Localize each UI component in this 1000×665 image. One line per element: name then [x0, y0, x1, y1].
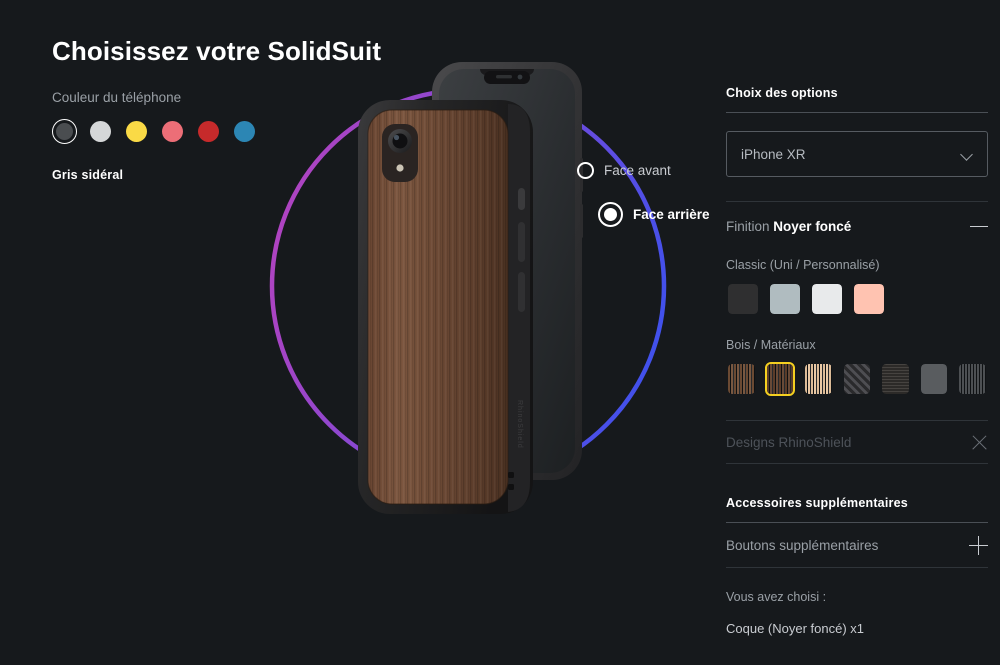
classic-swatch-rose-saumon[interactable]: [852, 282, 886, 316]
configurator-page: Choisissez votre SolidSuit Couleur du té…: [0, 0, 1000, 665]
model-select-value: iPhone XR: [741, 146, 806, 162]
phone-color-swatch-gris-sideral[interactable]: [52, 119, 77, 144]
face-option-back[interactable]: Face arrière: [598, 202, 710, 227]
color-dot-rouge: [198, 121, 219, 142]
radio-icon-back[interactable]: [598, 202, 623, 227]
materials-swatch-row: [726, 362, 988, 396]
classic-group-label: Classic (Uni / Personnalisé): [726, 258, 880, 272]
classic-swatch-row: [726, 282, 988, 316]
material-swatch-noyer-clair[interactable]: [726, 362, 757, 396]
phone-color-swatch-jaune[interactable]: [124, 119, 149, 144]
phone-color-swatch-rouge[interactable]: [196, 119, 221, 144]
material-swatch-cuir-graine[interactable]: [880, 362, 911, 396]
swatch-fill-carbone-diagonal: [843, 364, 871, 394]
plus-icon[interactable]: [969, 535, 988, 555]
color-dot-gris-sideral: [56, 123, 73, 140]
swatch-fill-blanc: [812, 284, 842, 314]
product-stage: RhinoShield Face avant Face arrière: [240, 50, 720, 520]
finition-value: Noyer foncé: [773, 219, 852, 234]
divider-below-accessory: [726, 567, 988, 568]
phone-color-swatch-blanc[interactable]: [88, 119, 113, 144]
material-swatch-gris-uni[interactable]: [919, 362, 950, 396]
radio-inner-dot: [604, 208, 617, 221]
finition-label: Finition Noyer foncé: [726, 219, 851, 234]
face-option-front-label: Face avant: [604, 163, 671, 178]
material-swatch-gris-fibre[interactable]: [957, 362, 988, 396]
designs-row[interactable]: Designs RhinoShield: [726, 421, 988, 463]
accessories-title: Accessoires supplémentaires: [726, 496, 908, 510]
swatch-fill-noir: [728, 284, 758, 314]
finition-row[interactable]: Finition Noyer foncé: [726, 219, 988, 234]
accessory-row-extra-buttons[interactable]: Boutons supplémentaires: [726, 523, 988, 567]
swatch-fill-cuir-graine: [882, 364, 909, 394]
color-dot-corail: [162, 121, 183, 142]
classic-swatch-blanc[interactable]: [810, 282, 844, 316]
face-option-back-label: Face arrière: [633, 207, 710, 222]
material-swatch-noyer-fonce[interactable]: [764, 362, 796, 396]
swatch-fill-gris-fibre: [959, 364, 987, 394]
finition-prefix: Finition: [726, 219, 770, 234]
swatch-fill-noyer-fonce: [766, 364, 794, 394]
summary-label: Vous avez choisi :: [726, 590, 827, 604]
model-select[interactable]: iPhone XR: [726, 131, 988, 177]
material-swatch-carbone-diagonal[interactable]: [842, 362, 873, 396]
classic-group: Classic (Uni / Personnalisé): [726, 258, 988, 316]
close-icon[interactable]: [971, 434, 988, 451]
swatch-fill-bois-clair: [805, 364, 832, 394]
swatch-fill-gris-uni: [920, 364, 948, 394]
options-panel-title: Choix des options: [726, 86, 838, 100]
classic-swatch-gris-bleu[interactable]: [768, 282, 802, 316]
swatch-fill-rose-saumon: [854, 284, 884, 314]
summary-item: Coque (Noyer foncé) x1: [726, 621, 865, 636]
divider-options-title: [726, 112, 988, 113]
phone-render: RhinoShield: [358, 62, 583, 514]
divider-above-finition: [726, 201, 988, 202]
options-panel: Choix des options iPhone XR Finition Noy…: [726, 86, 988, 636]
phone-preview: RhinoShield: [340, 58, 640, 518]
face-option-front[interactable]: Face avant: [577, 162, 671, 179]
minus-icon[interactable]: [970, 225, 988, 228]
phone-color-swatch-corail[interactable]: [160, 119, 185, 144]
accessory-label: Boutons supplémentaires: [726, 537, 879, 553]
designs-label: Designs RhinoShield: [726, 434, 852, 450]
svg-text:RhinoShield: RhinoShield: [516, 400, 523, 449]
radio-icon-front[interactable]: [577, 162, 594, 179]
divider-below-designs: [726, 463, 988, 464]
material-swatch-bois-clair[interactable]: [803, 362, 834, 396]
swatch-fill-gris-bleu: [770, 284, 800, 314]
swatch-fill-noyer-clair: [728, 364, 755, 394]
color-dot-jaune: [126, 121, 147, 142]
color-dot-blanc: [90, 121, 111, 142]
chevron-down-icon[interactable]: [962, 149, 973, 160]
materials-group: Bois / Matériaux: [726, 338, 988, 396]
classic-swatch-noir[interactable]: [726, 282, 760, 316]
materials-group-label: Bois / Matériaux: [726, 338, 816, 352]
